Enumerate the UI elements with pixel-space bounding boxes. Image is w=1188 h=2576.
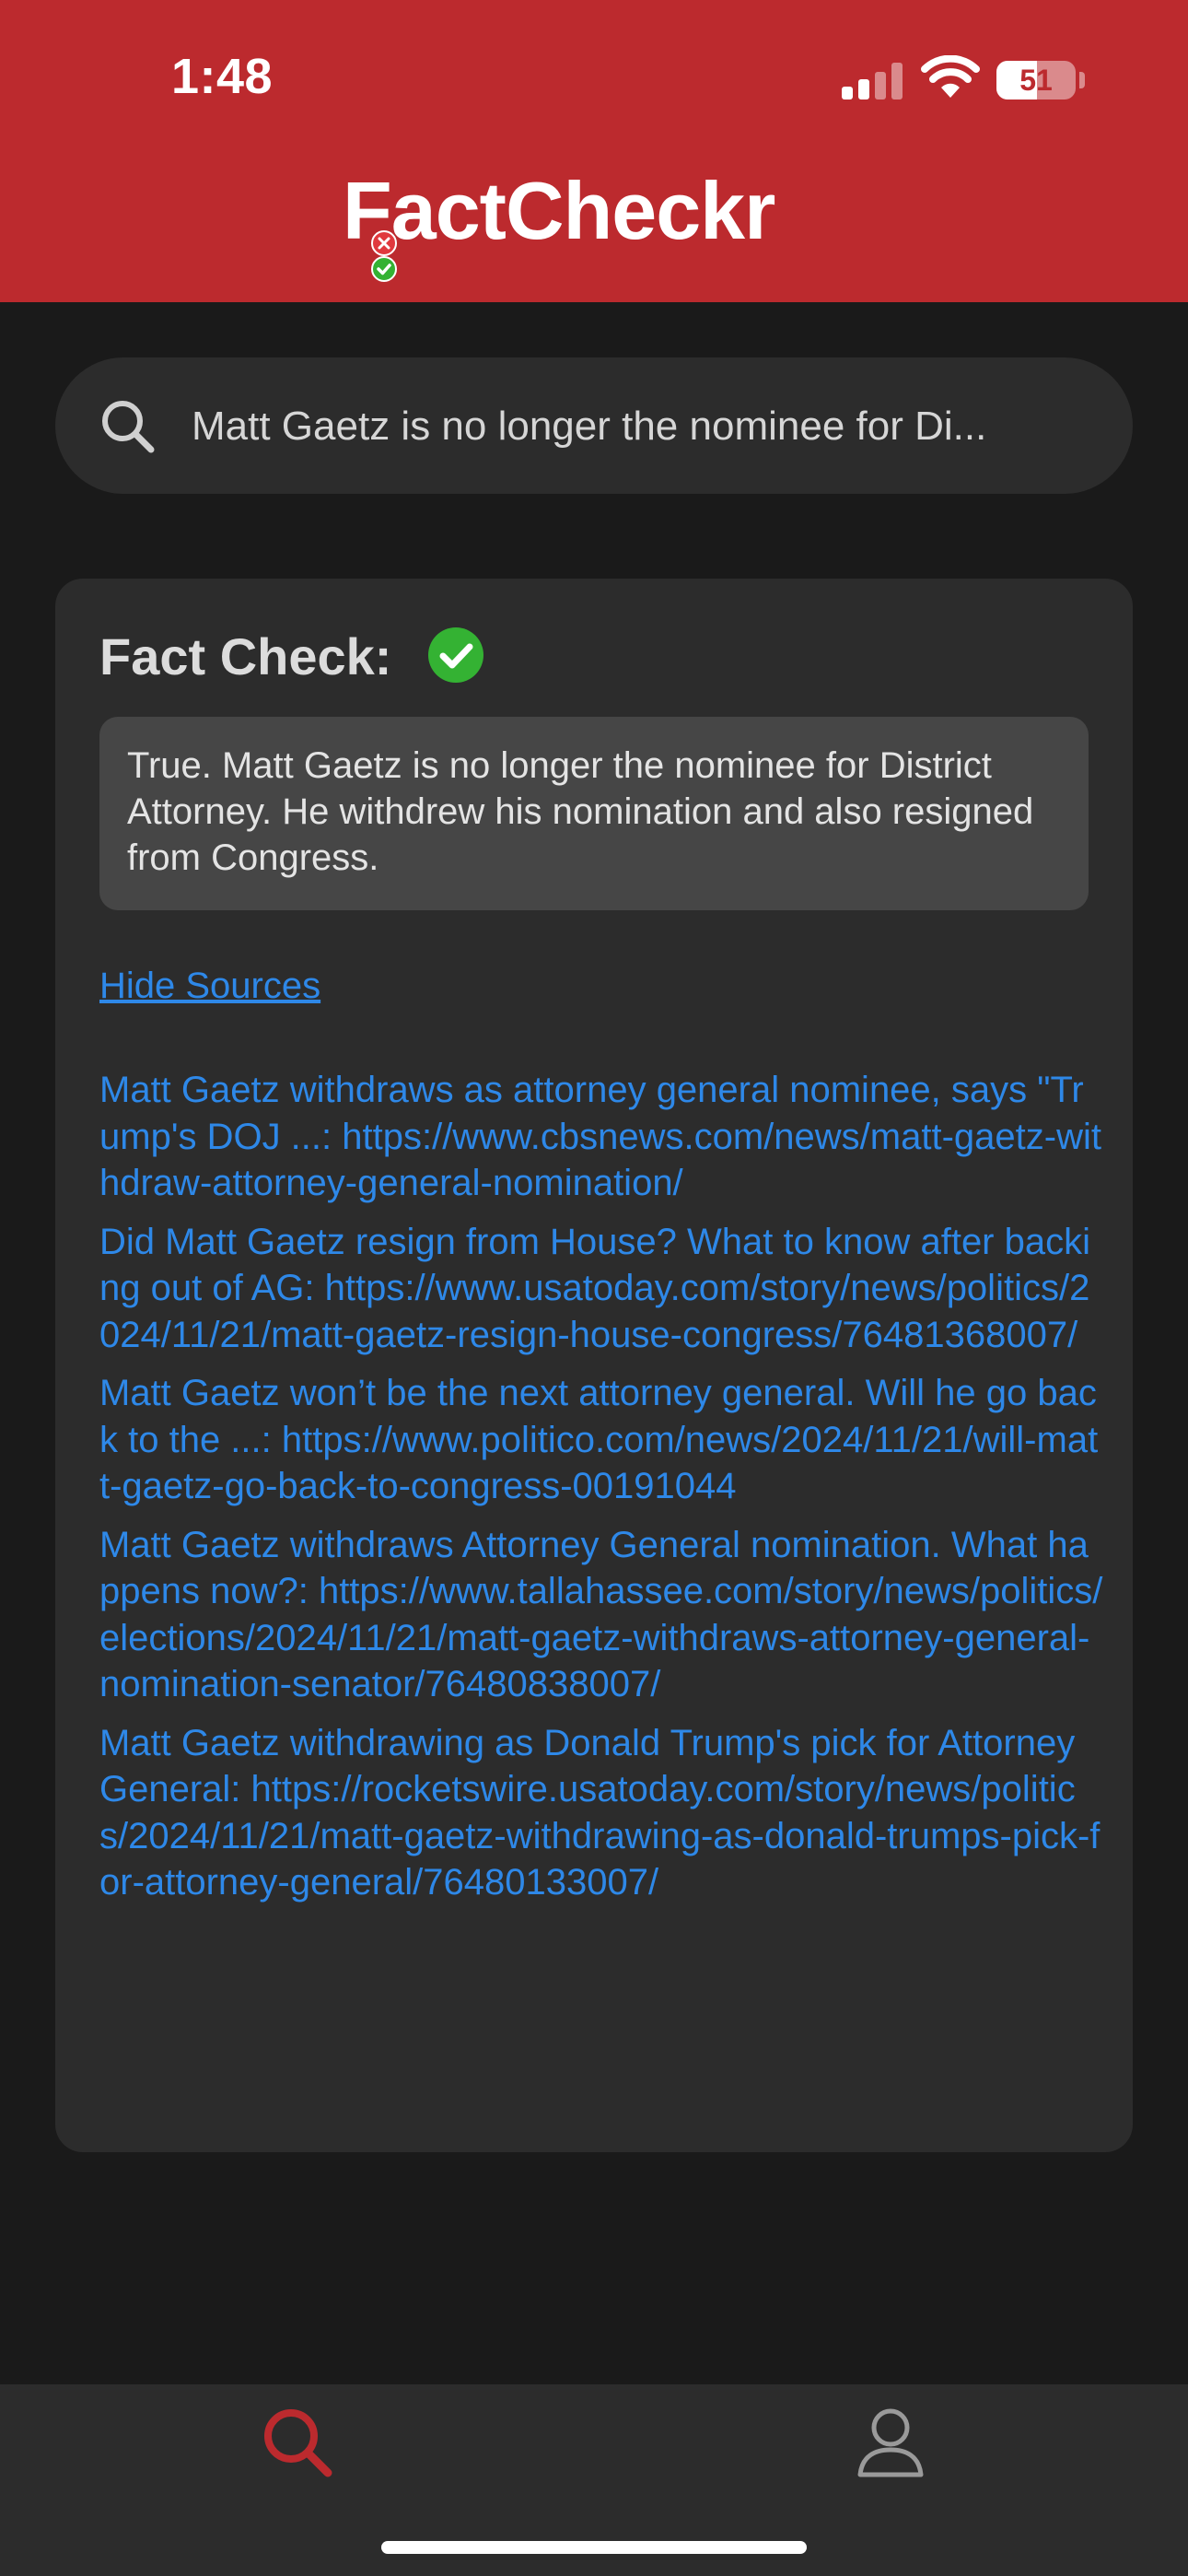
source-link[interactable]: Matt Gaetz withdraws as attorney general…: [99, 1067, 1103, 1207]
status-time: 1:48: [171, 49, 274, 104]
wifi-icon: [921, 55, 980, 98]
sources-list: Matt Gaetz withdraws as attorney general…: [99, 1067, 1103, 1918]
battery-icon: 51: [996, 61, 1076, 100]
check-circle-icon: [428, 627, 483, 683]
search-icon: [102, 401, 155, 453]
source-link[interactable]: Matt Gaetz won’t be the next attorney ge…: [99, 1370, 1103, 1510]
battery-cap: [1079, 72, 1085, 88]
verdict-text: True. Matt Gaetz is no longer the nomine…: [127, 745, 1034, 878]
source-link[interactable]: Did Matt Gaetz resign from House? What t…: [99, 1219, 1103, 1359]
tab-search-icon[interactable]: [260, 2405, 335, 2480]
verdict-box: True. Matt Gaetz is no longer the nomine…: [99, 717, 1089, 910]
hide-sources-link[interactable]: Hide Sources: [99, 966, 320, 1007]
search-bar[interactable]: Matt Gaetz is no longer the nominee for …: [55, 357, 1133, 494]
app-header: 1:48 51 FactCheckr: [0, 0, 1188, 302]
cellular-signal-icon: [842, 63, 906, 100]
source-link[interactable]: Matt Gaetz withdrawing as Donald Trump's…: [99, 1720, 1103, 1906]
battery-percent: 51: [1019, 64, 1053, 97]
fact-check-card: Fact Check: True. Matt Gaetz is no longe…: [55, 579, 1133, 2152]
logo-check-marks-icon: [371, 230, 397, 282]
fact-check-title: Fact Check:: [99, 627, 392, 685]
home-indicator: [381, 2541, 807, 2554]
tab-profile-icon[interactable]: [853, 2405, 928, 2480]
app-logo: FactCheckr: [343, 165, 775, 256]
source-link[interactable]: Matt Gaetz withdraws Attorney General no…: [99, 1522, 1103, 1708]
search-input[interactable]: Matt Gaetz is no longer the nominee for …: [192, 404, 1112, 450]
